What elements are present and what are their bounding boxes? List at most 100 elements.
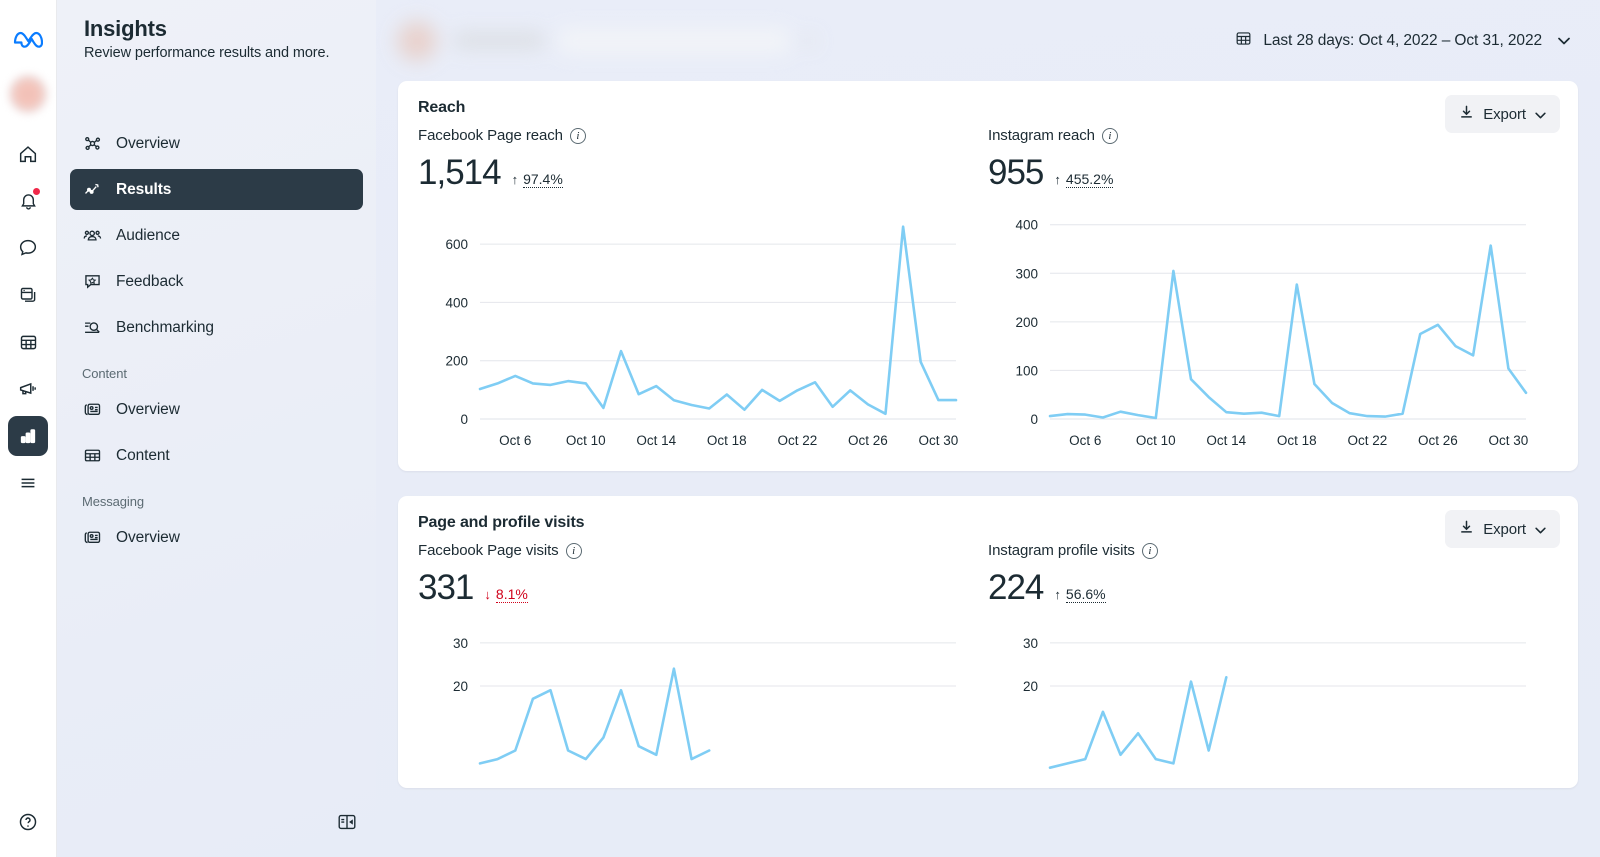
status-badge: ↓ 8.1% (484, 586, 528, 603)
svg-text:30: 30 (1023, 636, 1038, 651)
export-label: Export (1483, 105, 1526, 123)
metric-value: 331 (418, 568, 474, 607)
metric-value-row: 224 ↑ 56.6% (988, 568, 1530, 608)
page-selector-redacted[interactable] (395, 18, 815, 63)
cards-container: Reach Export Facebook Page reach i 1,514… (376, 81, 1600, 788)
arrow-up-icon: ↑ (1054, 587, 1061, 602)
date-range-label: Last 28 days: Oct 4, 2022 – Oct 31, 2022 (1263, 31, 1542, 49)
svg-text:0: 0 (460, 412, 468, 427)
notification-badge (33, 188, 40, 195)
sidebar-item-audience[interactable]: Audience (70, 215, 363, 256)
svg-text:Oct 26: Oct 26 (848, 433, 888, 448)
svg-text:Oct 30: Oct 30 (918, 433, 958, 448)
collapse-panel-icon[interactable] (334, 809, 360, 835)
question-mark-icon[interactable] (8, 802, 48, 842)
download-icon (1459, 104, 1474, 124)
export-button[interactable]: Export (1445, 95, 1560, 133)
chevron-down-icon (803, 34, 815, 47)
metric-delta: 97.4% (523, 171, 563, 188)
sidebar-item-overview[interactable]: Overview (70, 123, 363, 164)
sidebar-item-content[interactable]: Content (70, 435, 363, 476)
export-label: Export (1483, 520, 1526, 538)
chevron-down-icon (1535, 106, 1546, 123)
page-name-redacted (453, 31, 545, 50)
download-icon (1459, 519, 1474, 539)
svg-text:200: 200 (1015, 315, 1038, 330)
status-badge: ↑ 97.4% (512, 171, 563, 188)
top-bar: Last 28 days: Oct 4, 2022 – Oct 31, 2022 (376, 0, 1600, 81)
page-and-profile-visits-card: Page and profile visits Export Facebook … (398, 496, 1578, 788)
chevron-down-icon (1535, 521, 1546, 538)
status-badge: ↑ 455.2% (1054, 171, 1114, 188)
metric-value: 224 (988, 568, 1044, 607)
svg-text:20: 20 (1023, 679, 1038, 694)
facebook-page-reach-chart[interactable]: 0 200 400 600 Oct 6 Oct 10 Oct 14 Oct 18 Oct 22 O… (418, 205, 960, 455)
meta-logo-icon[interactable] (8, 18, 48, 58)
metric-label: Instagram profile visits (988, 542, 1135, 559)
planner-grid-icon[interactable] (8, 322, 48, 362)
export-button[interactable]: Export (1445, 510, 1560, 548)
metric-delta: 455.2% (1065, 171, 1114, 188)
posts-icon[interactable] (8, 275, 48, 315)
reach-card: Reach Export Facebook Page reach i 1,514… (398, 81, 1578, 471)
arrow-up-icon: ↑ (1054, 172, 1061, 187)
svg-text:20: 20 (453, 679, 468, 694)
svg-text:100: 100 (1015, 363, 1038, 378)
sidebar-item-label: Overview (116, 134, 180, 152)
svg-text:Oct 26: Oct 26 (1418, 433, 1458, 448)
svg-text:Oct 18: Oct 18 (707, 433, 747, 448)
home-icon[interactable] (8, 134, 48, 174)
svg-text:Oct 10: Oct 10 (1136, 433, 1176, 448)
app-icon-rail (0, 0, 57, 857)
sidebar-item-benchmarking[interactable]: Benchmarking (70, 307, 363, 348)
sidebar-item-messaging-overview[interactable]: Overview (70, 517, 363, 558)
svg-text:Oct 10: Oct 10 (566, 433, 606, 448)
bell-icon[interactable] (8, 181, 48, 221)
facebook-page-visits-metric: Facebook Page visits i 331 ↓ 8.1% 20 30 (418, 542, 988, 772)
megaphone-icon[interactable] (8, 369, 48, 409)
metric-label-row: Facebook Page reach i (418, 127, 960, 144)
info-icon[interactable]: i (569, 127, 586, 144)
sidebar-item-label: Benchmarking (116, 318, 214, 336)
svg-text:Oct 6: Oct 6 (1069, 433, 1101, 448)
card-title: Page and profile visits (418, 514, 585, 531)
instagram-profile-visits-metric: Instagram profile visits i 224 ↑ 56.6% 2… (988, 542, 1558, 772)
metric-delta: 56.6% (1065, 586, 1106, 603)
metric-value: 1,514 (418, 153, 502, 192)
hamburger-menu-icon[interactable] (8, 463, 48, 503)
sidebar-item-content-overview[interactable]: Overview (70, 389, 363, 430)
instagram-profile-visits-chart[interactable]: 20 30 (988, 620, 1530, 772)
chevron-down-icon (1558, 32, 1570, 50)
metric-label: Facebook Page visits (418, 542, 559, 559)
svg-text:Oct 18: Oct 18 (1277, 433, 1317, 448)
facebook-page-visits-chart[interactable]: 20 30 (418, 620, 960, 772)
info-icon[interactable]: i (565, 542, 582, 559)
sidebar-item-results[interactable]: Results (70, 169, 363, 210)
visits-metrics: Facebook Page visits i 331 ↓ 8.1% 2030 (418, 542, 1558, 772)
sidebar-item-feedback[interactable]: Feedback (70, 261, 363, 302)
metric-label-row: Facebook Page visits i (418, 542, 960, 559)
svg-text:30: 30 (453, 636, 468, 651)
instagram-reach-chart[interactable]: 0 100 200 300 400 Oct 6 Oct 10 Oct 14 Oct 18 Oct … (988, 205, 1530, 455)
metric-delta: 8.1% (495, 586, 528, 603)
svg-text:600: 600 (445, 237, 468, 252)
avatar[interactable] (8, 74, 48, 114)
metric-label: Instagram reach (988, 127, 1095, 144)
instagram-reach-metric: Instagram reach i 955 ↑ 455.2% 0 100 200 3 (988, 127, 1558, 455)
metric-value-row: 955 ↑ 455.2% (988, 153, 1530, 193)
metric-label: Facebook Page reach (418, 127, 563, 144)
svg-text:Oct 14: Oct 14 (636, 433, 676, 448)
info-icon[interactable]: i (1101, 127, 1118, 144)
sidebar-item-label: Overview (116, 400, 180, 418)
date-range-selector[interactable]: Last 28 days: Oct 4, 2022 – Oct 31, 2022 (1234, 29, 1570, 53)
sidebar-item-label: Results (116, 180, 172, 198)
main-content: Last 28 days: Oct 4, 2022 – Oct 31, 2022… (376, 0, 1600, 857)
page-title: Insights (84, 16, 167, 41)
bar-chart-icon[interactable] (8, 416, 48, 456)
metric-value-row: 331 ↓ 8.1% (418, 568, 960, 608)
sidebar-nav-list: Overview Results Audience Feedback Bench… (57, 123, 376, 558)
chat-bubble-icon[interactable] (8, 228, 48, 268)
info-icon[interactable]: i (1141, 542, 1158, 559)
sidebar-item-label: Feedback (116, 272, 184, 290)
arrow-down-icon: ↓ (484, 587, 491, 602)
